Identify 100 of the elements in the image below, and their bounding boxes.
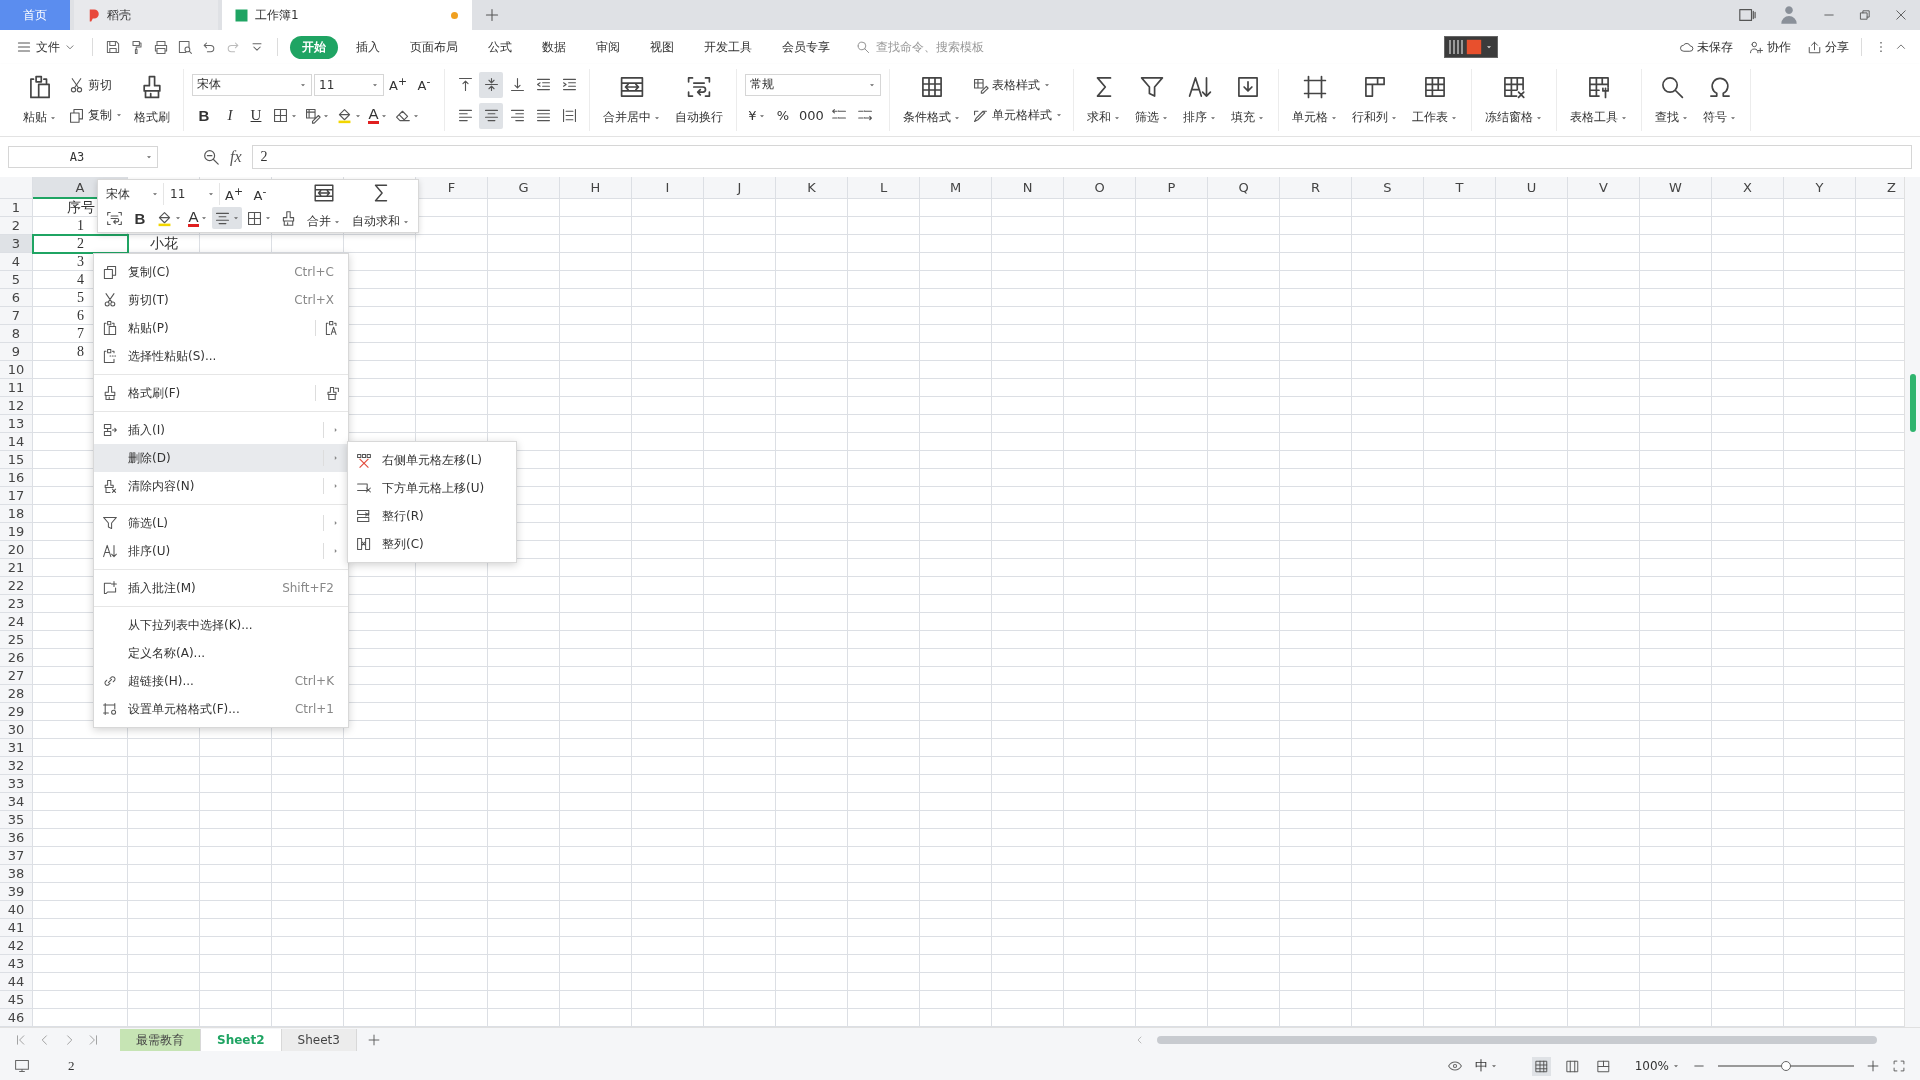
row-header[interactable]: 28: [0, 685, 33, 703]
row-header[interactable]: 9: [0, 343, 33, 361]
save-icon[interactable]: [105, 39, 121, 55]
menu-item[interactable]: 定义名称(A)...: [94, 639, 348, 667]
row-header[interactable]: 42: [0, 937, 33, 955]
column-header[interactable]: J: [704, 177, 776, 199]
format-button[interactable]: A$^{-}$: [412, 71, 436, 98]
share-button[interactable]: 分享: [1807, 38, 1849, 56]
row-header[interactable]: 44: [0, 973, 33, 991]
row-header[interactable]: 24: [0, 613, 33, 631]
funnel-button[interactable]: 筛选: [1130, 72, 1174, 128]
function-label[interactable]: fx: [230, 148, 242, 166]
sort-button[interactable]: 排序: [1178, 72, 1222, 128]
format-painter-icon[interactable]: [129, 39, 145, 55]
menu-item[interactable]: 粘贴(P): [94, 314, 348, 342]
sheet-button[interactable]: 工作表: [1407, 72, 1463, 128]
row-header[interactable]: 8: [0, 325, 33, 343]
sheet-tab[interactable]: 最需教育: [120, 1029, 201, 1051]
italic-button[interactable]: I: [218, 102, 242, 129]
ribbon-tab[interactable]: 视图: [638, 35, 686, 59]
column-header[interactable]: Y: [1784, 177, 1856, 199]
merge-button[interactable]: 合并居中: [598, 72, 666, 128]
row-header[interactable]: 22: [0, 577, 33, 595]
scrollbar-thumb[interactable]: [1157, 1036, 1877, 1044]
ribbon-tab[interactable]: 公式: [476, 35, 524, 59]
menu-item[interactable]: 排序(U): [94, 537, 348, 565]
row-header[interactable]: 34: [0, 793, 33, 811]
font-dropdown[interactable]: 宋体: [192, 73, 312, 96]
omega-button[interactable]: 符号: [1698, 72, 1742, 128]
rows-columns-button[interactable]: 行和列: [1347, 72, 1403, 128]
font-color-button[interactable]: A: [366, 102, 390, 129]
row-header[interactable]: 19: [0, 523, 33, 541]
menu-item[interactable]: 从下拉列表中选择(K)...: [94, 611, 348, 639]
align-center-button[interactable]: [212, 207, 242, 229]
row-header[interactable]: 38: [0, 865, 33, 883]
view-button[interactable]: [1531, 1056, 1551, 1076]
column-header[interactable]: O: [1064, 177, 1136, 199]
align-center-button[interactable]: [479, 102, 503, 129]
window-count-icon[interactable]: [1738, 6, 1756, 24]
menu-item[interactable]: 复制(C) Ctrl+C: [94, 258, 348, 286]
underline-button[interactable]: U: [244, 102, 268, 129]
fill-button[interactable]: 填充: [1226, 72, 1270, 128]
row-header[interactable]: 21: [0, 559, 33, 577]
row-header[interactable]: 13: [0, 415, 33, 433]
column-header[interactable]: R: [1280, 177, 1352, 199]
row-header[interactable]: 30: [0, 721, 33, 739]
column-header[interactable]: H: [560, 177, 632, 199]
column-header[interactable]: Q: [1208, 177, 1280, 199]
row-header[interactable]: 45: [0, 991, 33, 1009]
column-header[interactable]: F: [416, 177, 488, 199]
column-header[interactable]: V: [1568, 177, 1640, 199]
column-header[interactable]: S: [1352, 177, 1424, 199]
row-header[interactable]: 26: [0, 649, 33, 667]
column-header[interactable]: X: [1712, 177, 1784, 199]
document-tab[interactable]: 工作簿1: [222, 0, 472, 30]
document-tab[interactable]: 稻壳: [74, 0, 218, 30]
row-header[interactable]: 5: [0, 271, 33, 289]
bold-button[interactable]: B: [192, 102, 216, 129]
sigma-button[interactable]: 求和: [1082, 72, 1126, 128]
scissors-button[interactable]: 剪切: [66, 73, 125, 97]
row-header[interactable]: 40: [0, 901, 33, 919]
row-header[interactable]: 23: [0, 595, 33, 613]
row-header[interactable]: 43: [0, 955, 33, 973]
input-mode-button[interactable]: 中: [1474, 1057, 1498, 1075]
table-tool-button[interactable]: 表格工具: [1565, 72, 1633, 128]
format-button[interactable]: A$^{-}$: [248, 183, 272, 205]
ribbon-tab[interactable]: 审阅: [584, 35, 632, 59]
menu-item[interactable]: 清除内容(N): [94, 472, 348, 500]
name-box[interactable]: A3: [8, 146, 158, 168]
menu-item[interactable]: 选择性粘贴(S)...: [94, 342, 348, 370]
row-header[interactable]: 31: [0, 739, 33, 757]
fullscreen-icon[interactable]: [1892, 1059, 1906, 1073]
ribbon-tab[interactable]: 会员专享: [770, 35, 842, 59]
table-style-button[interactable]: 表格样式: [970, 73, 1065, 97]
print-preview-icon[interactable]: [177, 39, 193, 55]
align-middle-button[interactable]: [479, 71, 503, 98]
menu-item[interactable]: 插入批注(M) Shift+F2: [94, 574, 348, 602]
menu-item[interactable]: 超链接(H)... Ctrl+K: [94, 667, 348, 695]
column-header[interactable]: L: [848, 177, 920, 199]
row-header[interactable]: 29: [0, 703, 33, 721]
column-header[interactable]: G: [488, 177, 560, 199]
ribbon-tab[interactable]: 开发工具: [692, 35, 764, 59]
zoom-slider-thumb[interactable]: [1781, 1061, 1791, 1071]
row-header[interactable]: 18: [0, 505, 33, 523]
collaborate-button[interactable]: 协作: [1749, 38, 1791, 56]
formula-input[interactable]: 2: [251, 145, 1912, 169]
menu-item[interactable]: 筛选(L): [94, 509, 348, 537]
restore-icon[interactable]: [1858, 8, 1872, 22]
row-header[interactable]: 39: [0, 883, 33, 901]
format-button[interactable]: ¥: [745, 102, 769, 129]
format-button[interactable]: %: [771, 102, 795, 129]
ribbon-tab[interactable]: 插入: [344, 35, 392, 59]
selected-cell-outline[interactable]: 2: [33, 235, 128, 253]
format-button[interactable]: A$^{+}$: [222, 183, 246, 205]
column-header[interactable]: M: [920, 177, 992, 199]
column-header[interactable]: T: [1424, 177, 1496, 199]
sigma-button[interactable]: 自动求和: [348, 182, 414, 230]
row-header[interactable]: 32: [0, 757, 33, 775]
wrap-button[interactable]: 自动换行: [670, 72, 728, 128]
format-button[interactable]: 000: [797, 102, 826, 129]
